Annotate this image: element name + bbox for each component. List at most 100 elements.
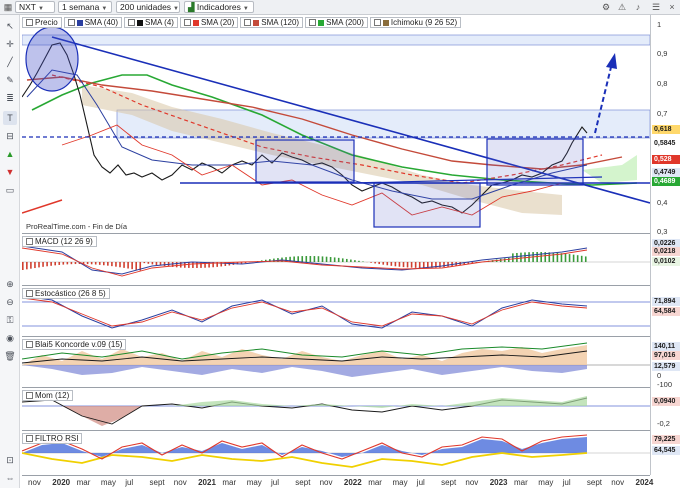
eye-icon[interactable]: ◉ [3,331,17,345]
macd-histogram-bar [354,260,356,262]
macd-histogram-bar [398,262,401,267]
close-icon[interactable]: × [666,1,678,13]
legend-item[interactable]: SMA (20) [179,17,239,28]
legend-item[interactable]: Ichimoku (9 26 52) [369,17,462,28]
date-label: may [538,478,554,487]
date-label: sept [149,478,165,487]
macd-histogram-bar [576,255,579,262]
price-chart-panel[interactable]: Precio SMA (40) SMA (4) SMA (20) SMA (120) SM… [22,15,650,233]
checkbox-icon[interactable] [67,19,75,26]
koncorde-title[interactable]: Blai5 Koncorde v.09 (15) [22,339,127,350]
macd-histogram-bar [66,262,69,265]
fibonacci-icon[interactable]: ≣ [3,91,17,105]
stochastic-panel[interactable]: Estocástico (26 8 5) [22,286,650,336]
date-label: jul [416,478,425,487]
indicator-value-tag: 64,545 [652,446,680,455]
legend-label: Precio [35,17,58,27]
macd-histogram-bar [143,262,146,264]
date-label: mar [514,478,528,487]
macd-histogram-bar [46,262,48,267]
price-tick-label: 0,3 [657,227,668,236]
rsi-filter-title[interactable]: FILTRO RSI [22,433,83,444]
zoom-in-icon[interactable]: ⊕ [3,277,17,291]
date-label: 2024 [635,478,654,487]
macd-histogram-bar [390,262,393,266]
date-label: jul [562,478,571,487]
macd-histogram-bar [447,262,449,267]
cursor-icon[interactable]: ↖ [3,19,17,33]
zoom-out-icon[interactable]: ⊖ [3,295,17,309]
scroll-icon[interactable]: ⇔ [3,471,17,485]
macd-histogram-bar [325,256,328,262]
koncorde-panel[interactable]: Blai5 Koncorde v.09 (15) [22,337,650,387]
indicators-button[interactable]: ▟ Indicadores ▼ [184,1,254,13]
checkbox-icon[interactable] [309,19,317,26]
legend-item[interactable]: SMA (4) [124,17,178,28]
indicator-tick-label: 0 [657,371,662,380]
date-label: 2023 [489,478,508,487]
lock-icon[interactable]: ⚿ [3,313,17,327]
settings-icon[interactable]: ⚙ [600,1,612,13]
indicator-tick-label: -100 [657,380,673,389]
macd-histogram-bar [333,257,336,262]
indicator-value-tag: 12,579 [652,362,680,371]
macd-histogram-bar [443,262,445,268]
macd-histogram-bar [337,257,340,262]
legend-item[interactable]: SMA (40) [63,17,123,28]
macd-histogram-bar [382,262,385,265]
macd-histogram-bar [135,262,137,270]
macd-histogram-bar [163,262,166,267]
checkbox-icon[interactable] [373,19,381,26]
checkbox-icon[interactable] [26,19,33,26]
legend-label: SMA (200) [326,17,364,27]
zoom-fit-icon[interactable]: ⊡ [3,453,17,467]
macd-histogram-bar [155,262,158,266]
price-tick-label: 1 [657,20,662,29]
legend-item[interactable]: SMA (120) [240,17,304,28]
bell-icon[interactable]: ♪ [632,1,644,13]
macd-histogram-bar [350,259,352,262]
macd-histogram-bar [317,256,320,262]
alert-icon[interactable]: ⚠ [616,1,628,13]
grid-menu-icon[interactable]: ▦ [2,1,14,13]
period-selector[interactable]: 1 semana ▼ [58,1,112,13]
price-axis[interactable]: 10,90,80,70,60,50,40,3 0,6180,58450,5280… [650,15,680,475]
arrow-up-icon[interactable]: ▲ [3,147,17,161]
macd-title[interactable]: MACD (12 26 9) [22,236,97,247]
checkbox-icon[interactable] [128,19,136,26]
macd-histogram-bar [123,262,125,268]
macd-panel[interactable]: MACD (12 26 9) [22,234,650,285]
macd-histogram-bar [329,257,332,262]
macd-histogram-bar [512,253,514,262]
date-axis[interactable]: nov 2020 mar may jul sept nov 2021 mar may jul sept… [22,475,653,488]
date-label: nov [28,478,41,487]
text-icon[interactable]: T [3,111,17,125]
arrow-down-icon[interactable]: ▼ [3,165,17,179]
checkbox-icon[interactable] [183,19,191,26]
macd-histogram-bar [552,252,555,262]
ruler-icon[interactable]: ⊟ [3,129,17,143]
legend-item[interactable]: Precio [22,17,62,28]
pencil-icon[interactable]: ✎ [3,73,17,87]
trash-icon[interactable]: 🗑 [3,349,17,363]
macd-histogram-bar [321,256,324,262]
chevron-down-icon: ▼ [101,6,108,12]
macd-histogram-bar [378,262,380,265]
macd-histogram-bar [309,256,312,262]
macd-histogram-bar [42,262,44,267]
momentum-title[interactable]: Mom (12) [22,390,74,401]
trendline-icon[interactable]: ╱ [3,55,17,69]
momentum-panel[interactable]: Mom (12) [22,388,650,430]
crosshair-icon[interactable]: ✛ [3,37,17,51]
stochastic-title[interactable]: Estocástico (26 8 5) [22,288,110,299]
window-menu-icon[interactable]: ☰ [650,1,662,13]
units-selector[interactable]: 200 unidades ▼ [116,1,180,13]
rectangle-icon[interactable]: ▭ [3,183,17,197]
checkbox-icon[interactable] [244,19,252,26]
legend-item[interactable]: SMA (200) [305,17,368,28]
color-swatch-icon [76,19,83,26]
macd-histogram-bar [119,262,121,268]
rsi-filter-panel[interactable]: FILTRO RSI [22,431,650,475]
symbol-selector[interactable]: NXT ▼ [15,1,55,13]
color-swatch-icon [253,19,260,26]
